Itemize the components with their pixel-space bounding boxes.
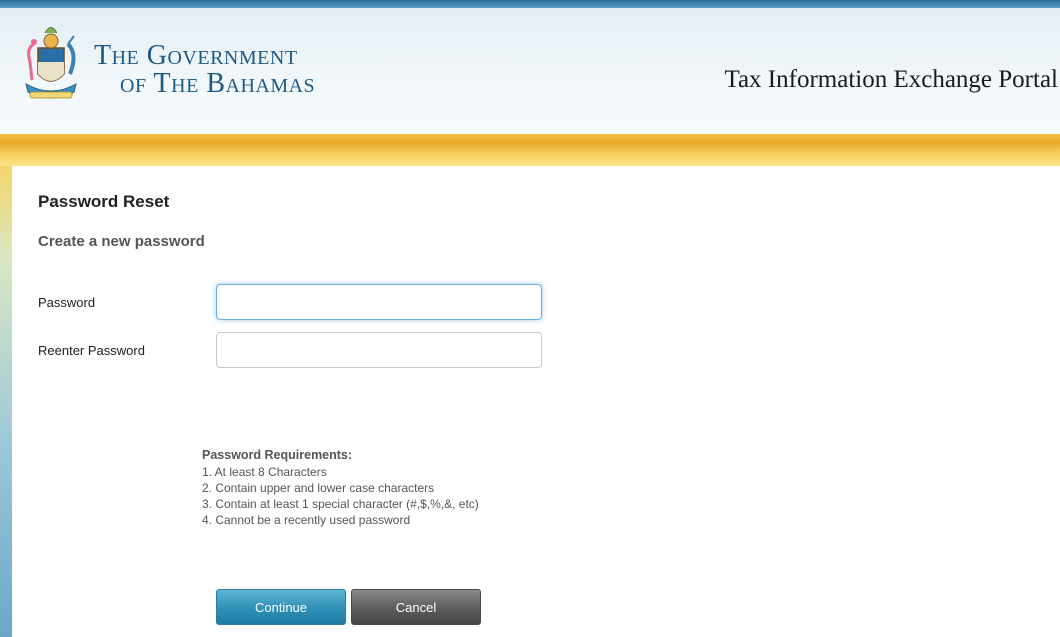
reenter-password-input[interactable] (216, 332, 542, 368)
requirement-item: 1. At least 8 Characters (202, 465, 327, 479)
reenter-password-label: Reenter Password (38, 343, 145, 358)
requirements-list: 1. At least 8 Characters 2. Contain uppe… (202, 464, 479, 528)
password-label: Password (38, 295, 96, 310)
page-title: Password Reset (38, 192, 170, 211)
password-input[interactable] (216, 284, 542, 320)
page-subtitle: Create a new password (38, 233, 205, 250)
main-content: Password Reset Create a new password Pas… (12, 166, 1060, 637)
cancel-button[interactable]: Cancel (351, 589, 481, 625)
requirement-item: 3. Contain at least 1 special character … (202, 497, 479, 511)
password-requirements: Password Requirements: 1. At least 8 Cha… (202, 447, 479, 528)
gold-band (0, 134, 1060, 166)
top-strip (0, 0, 1060, 8)
left-rail (0, 166, 12, 637)
government-title: The Government of The Bahamas (94, 42, 315, 98)
bahamas-coat-of-arms-icon (25, 27, 77, 99)
government-title-line1: The Government (94, 40, 298, 71)
requirements-title: Password Requirements: (202, 448, 353, 462)
requirement-item: 4. Cannot be a recently used password (202, 513, 411, 527)
continue-button[interactable]: Continue (216, 589, 346, 625)
requirement-item: 2. Contain upper and lower case characte… (202, 481, 435, 495)
header: The Government of The Bahamas Tax Inform… (0, 8, 1060, 134)
government-title-line2: of The Bahamas (120, 68, 316, 99)
portal-title: Tax Information Exchange Portal (724, 66, 1058, 93)
